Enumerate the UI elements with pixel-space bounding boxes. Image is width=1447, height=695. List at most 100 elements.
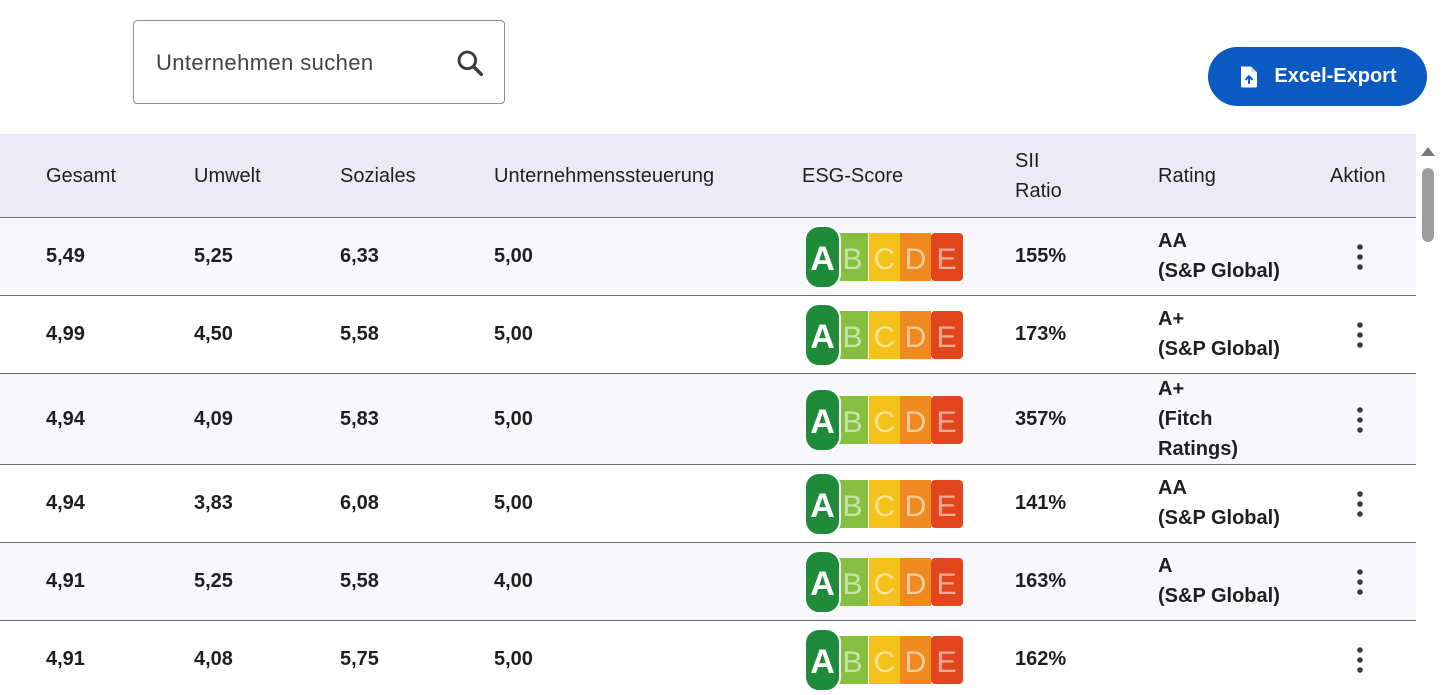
- esg-active-letter: A: [810, 487, 835, 525]
- esg-letter: B: [842, 321, 862, 354]
- cell-soziales: 6,33: [340, 245, 379, 267]
- esg-letter: D: [905, 568, 927, 601]
- more-vert-icon[interactable]: [1350, 321, 1370, 349]
- file-upload-icon: [1241, 66, 1258, 87]
- cell-steuerung: 5,00: [494, 648, 533, 670]
- search-icon[interactable]: [454, 47, 486, 79]
- cell-steuerung: 5,00: [494, 323, 533, 345]
- results-table: Gesamt Umwelt Soziales Unternehmenssteue…: [0, 134, 1416, 695]
- cell-gesamt: 4,94: [46, 492, 85, 514]
- table-row[interactable]: 5,49 5,25 6,33 5,00 155% AA (S&P Global) B C D E A: [0, 218, 1416, 296]
- esg-letter: D: [905, 243, 927, 276]
- table-header: Gesamt Umwelt Soziales Unternehmenssteue…: [0, 134, 1416, 218]
- cell-soziales: 5,58: [340, 323, 379, 345]
- esg-active-letter: A: [810, 318, 835, 356]
- esg-letter: E: [936, 490, 956, 523]
- cell-rating-line: (S&P Global): [1158, 585, 1280, 607]
- esg-letter: E: [936, 646, 956, 679]
- esg-score-badge: B C D E A: [804, 628, 963, 692]
- table-row[interactable]: 4,94 4,09 5,83 5,00 357% A+ (Fitch Ratings) B C D E…: [0, 374, 1416, 465]
- cell-sii: 357%: [1015, 407, 1067, 430]
- scroll-up-arrow-icon[interactable]: [1420, 145, 1436, 157]
- esg-letter: D: [905, 321, 927, 354]
- cell-sii: 163%: [1015, 570, 1067, 592]
- esg-letter: C: [874, 568, 896, 601]
- cell-rating-line: A: [1158, 555, 1173, 577]
- scrollbar-thumb[interactable]: [1422, 168, 1434, 242]
- cell-soziales: 5,58: [340, 570, 379, 592]
- cell-sii: 162%: [1015, 648, 1067, 670]
- cell-steuerung: 5,00: [494, 245, 533, 267]
- esg-active-letter: A: [810, 403, 835, 441]
- esg-active-letter: A: [810, 643, 835, 681]
- esg-score-badge: B C D E A: [804, 303, 963, 367]
- header-sii-line2[interactable]: Ratio: [1015, 176, 1062, 206]
- cell-gesamt: 4,91: [46, 570, 85, 592]
- esg-letter: E: [936, 243, 956, 276]
- esg-letter: E: [936, 568, 956, 601]
- cell-umwelt: 5,25: [194, 245, 233, 267]
- esg-letter: B: [842, 646, 862, 679]
- header-rating[interactable]: Rating: [1158, 161, 1216, 191]
- esg-letter: C: [874, 243, 896, 276]
- esg-letter: D: [905, 490, 927, 523]
- cell-soziales: 6,08: [340, 492, 379, 514]
- table-row[interactable]: 4,91 5,25 5,58 4,00 163% A (S&P Global) B C D E A: [0, 543, 1416, 621]
- cell-rating-line: Ratings): [1158, 437, 1238, 460]
- header-gesamt[interactable]: Gesamt: [46, 161, 116, 191]
- header-sii-line1[interactable]: SII: [1015, 146, 1039, 176]
- more-vert-icon[interactable]: [1350, 406, 1370, 434]
- search-box[interactable]: [133, 20, 505, 104]
- esg-score-badge: B C D E A: [804, 225, 963, 289]
- cell-sii: 173%: [1015, 323, 1067, 345]
- cell-sii: 155%: [1015, 245, 1067, 267]
- esg-letter: C: [874, 490, 896, 523]
- header-umwelt[interactable]: Umwelt: [194, 161, 261, 191]
- table-row[interactable]: 4,99 4,50 5,58 5,00 173% A+ (S&P Global) B C D E A: [0, 296, 1416, 374]
- table-row[interactable]: 4,91 4,08 5,75 5,00 162% B C D E A: [0, 621, 1416, 695]
- esg-letter: C: [874, 321, 896, 354]
- header-unternehmenssteuerung[interactable]: Unternehmenssteuerung: [494, 161, 714, 191]
- cell-rating-line: A+: [1158, 308, 1185, 330]
- cell-steuerung: 4,00: [494, 570, 533, 592]
- esg-letter: B: [842, 490, 862, 523]
- header-aktion: Aktion: [1330, 165, 1386, 187]
- table-row[interactable]: 4,94 3,83 6,08 5,00 141% AA (S&P Global) B C D E A: [0, 465, 1416, 543]
- esg-score-badge: B C D E A: [804, 550, 963, 614]
- esg-letter: B: [842, 406, 862, 439]
- header-esg-score[interactable]: ESG-Score: [802, 161, 903, 191]
- cell-sii: 141%: [1015, 492, 1067, 514]
- cell-rating-line: AA: [1158, 230, 1187, 252]
- more-vert-icon[interactable]: [1350, 490, 1370, 518]
- cell-steuerung: 5,00: [494, 407, 533, 430]
- esg-score-badge: B C D E A: [804, 387, 963, 452]
- header-soziales[interactable]: Soziales: [340, 161, 416, 191]
- esg-letter: E: [936, 406, 956, 439]
- esg-letter: C: [874, 646, 896, 679]
- cell-umwelt: 4,09: [194, 407, 233, 430]
- more-vert-icon[interactable]: [1350, 568, 1370, 596]
- excel-export-button[interactable]: Excel-Export: [1208, 47, 1427, 106]
- cell-rating-line: (S&P Global): [1158, 338, 1280, 360]
- cell-rating-line: A+: [1158, 377, 1185, 400]
- esg-letter: D: [905, 646, 927, 679]
- esg-active-letter: A: [810, 240, 835, 278]
- cell-gesamt: 4,99: [46, 323, 85, 345]
- esg-letter: D: [905, 406, 927, 439]
- search-input[interactable]: [156, 49, 446, 77]
- cell-umwelt: 3,83: [194, 492, 233, 514]
- cell-soziales: 5,83: [340, 407, 379, 430]
- cell-steuerung: 5,00: [494, 492, 533, 514]
- esg-letter: B: [842, 568, 862, 601]
- cell-umwelt: 5,25: [194, 570, 233, 592]
- cell-umwelt: 4,08: [194, 648, 233, 670]
- more-vert-icon[interactable]: [1350, 243, 1370, 271]
- more-vert-icon[interactable]: [1350, 646, 1370, 674]
- cell-rating-line: (S&P Global): [1158, 260, 1280, 282]
- cell-gesamt: 5,49: [46, 245, 85, 267]
- excel-export-label: Excel-Export: [1274, 65, 1397, 87]
- esg-letter: C: [874, 406, 896, 439]
- esg-letter: B: [842, 243, 862, 276]
- cell-rating-line: AA: [1158, 477, 1187, 499]
- cell-umwelt: 4,50: [194, 323, 233, 345]
